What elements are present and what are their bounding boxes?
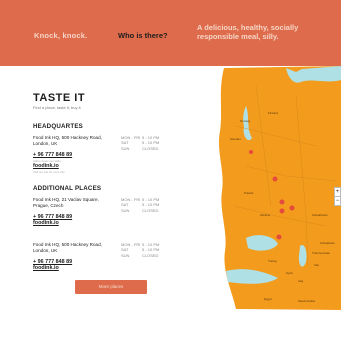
opening-hours: MON - FRI 5 - 10 PM SAT 5 - 10 PM SUN CLOSE… bbox=[121, 135, 163, 151]
locations-panel: TASTE IT Find a place, taste it, buy it … bbox=[33, 92, 183, 284]
hours-days: SUN bbox=[121, 145, 130, 151]
map-label: Kazakhstan bbox=[312, 213, 328, 217]
website-link[interactable]: foodink.io bbox=[33, 265, 59, 271]
map-label: Poland bbox=[244, 191, 254, 195]
map-marker[interactable] bbox=[276, 234, 282, 240]
website-link[interactable]: foodink.io bbox=[33, 163, 59, 169]
hours-time: CLOSED bbox=[142, 252, 159, 258]
header-banner: Knock, knock. Who is there? A delicious,… bbox=[0, 0, 341, 66]
page-title: TASTE IT bbox=[33, 92, 86, 104]
map-label: Iran bbox=[314, 263, 320, 267]
map-label: Ukraine bbox=[260, 213, 271, 217]
location-address: Food Ink HQ, 500 Hackney Road, London, U… bbox=[33, 242, 102, 254]
headquarters-heading: HEADQUARTES bbox=[33, 123, 83, 130]
map-label: Uzbekistan bbox=[320, 241, 335, 245]
phone-link[interactable]: + 96 777 848 89 bbox=[33, 152, 72, 158]
map-marker[interactable] bbox=[272, 176, 278, 182]
map-label: Syria bbox=[286, 271, 293, 275]
headquarters-location: Food Ink HQ, 500 Hackney Road, London, U… bbox=[33, 135, 183, 177]
hours-time: CLOSED bbox=[142, 145, 159, 151]
map-marker[interactable] bbox=[279, 208, 285, 214]
zoom-out-button[interactable]: − bbox=[334, 196, 341, 206]
whos-there-text: Who is there? bbox=[118, 31, 168, 40]
map-label: Turkey bbox=[268, 259, 278, 263]
opening-hours: MON - FRI 5 - 10 PM SAT 5 - 10 PM SUN CLOSE… bbox=[121, 242, 163, 258]
hours-days: SUN bbox=[121, 207, 130, 213]
map[interactable]: Sweden Norway Finland Poland Ukraine Kaz… bbox=[216, 66, 341, 310]
map-label: Turkmenistan bbox=[312, 251, 330, 255]
page-subtitle: Find a place, taste it, buy it bbox=[33, 105, 81, 110]
additional-location: Food Ink HQ, 500 Hackney Road, London, U… bbox=[33, 242, 183, 284]
tagline: A delicious, healthy, socially responsib… bbox=[197, 23, 299, 41]
map-label: Egypt bbox=[264, 297, 272, 301]
additional-location: Food Ink HQ, 21 Vaclav Square, Prague, C… bbox=[33, 197, 183, 242]
map-label: Saudi Arabia bbox=[298, 299, 315, 303]
website-link[interactable]: foodink.io bbox=[33, 220, 59, 226]
map-canvas[interactable]: Sweden Norway Finland Poland Ukraine Kaz… bbox=[216, 66, 341, 310]
map-label: Norway bbox=[240, 119, 251, 123]
location-address: Food Ink HQ, 500 Hackney Road, London, U… bbox=[33, 135, 102, 147]
map-label: Finland bbox=[268, 111, 278, 115]
hours-time: CLOSED bbox=[142, 207, 159, 213]
website-note: Visit our site for more info bbox=[33, 170, 65, 174]
knock-text: Knock, knock. bbox=[34, 31, 88, 40]
map-marker[interactable] bbox=[249, 150, 253, 154]
map-marker[interactable] bbox=[289, 205, 295, 211]
location-address: Food Ink HQ, 21 Vaclav Square, Prague, C… bbox=[33, 197, 99, 209]
map-label: Sweden bbox=[230, 137, 241, 141]
map-marker[interactable] bbox=[279, 199, 285, 205]
more-places-button[interactable]: More places bbox=[75, 280, 147, 294]
additional-places-heading: ADDITIONAL PLACES bbox=[33, 185, 102, 192]
opening-hours: MON - FRI 5 - 10 PM SAT 5 - 10 PM SUN CLOSE… bbox=[121, 197, 163, 213]
hours-days: SUN bbox=[121, 252, 130, 258]
map-label: Iraq bbox=[298, 279, 304, 283]
